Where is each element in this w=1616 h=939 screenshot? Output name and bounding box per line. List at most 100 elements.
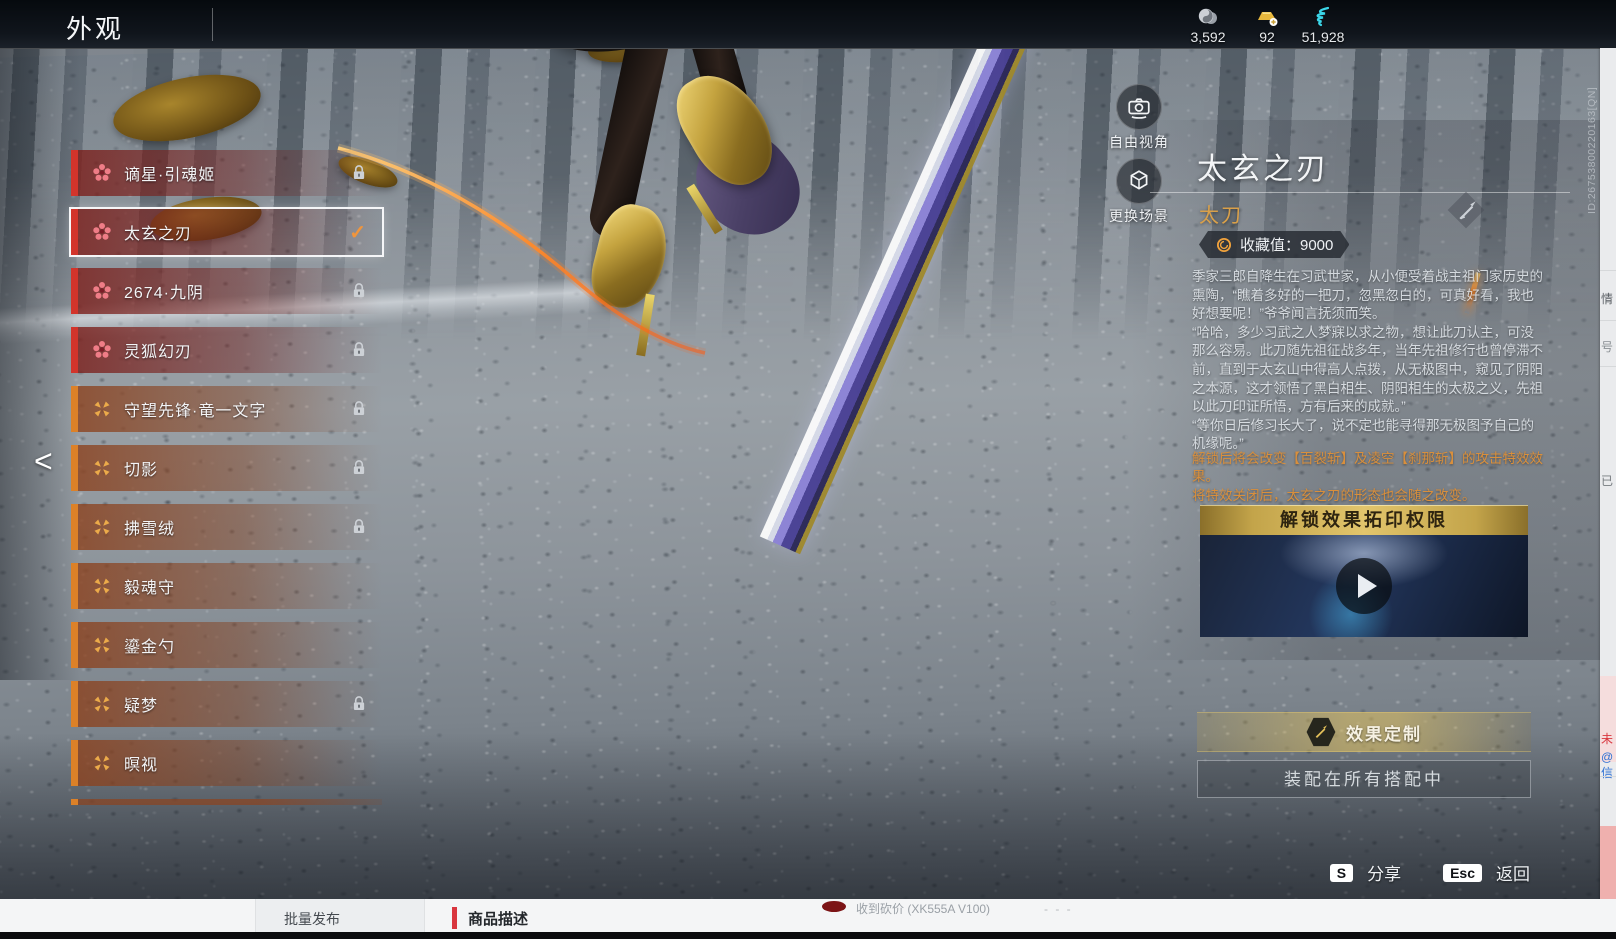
key-hints: S 分享 Esc 返回	[1329, 860, 1530, 885]
effect-note: 将特效关闭后，太玄之刃的形态也会随之改变。	[1192, 488, 1476, 503]
collection-value: 收藏值：9000	[1240, 237, 1334, 254]
currency-spiral: 51,928	[1286, 6, 1360, 45]
lock-icon	[352, 695, 366, 717]
red-flower-icon	[93, 164, 111, 181]
item-title: 太玄之刃	[1197, 153, 1329, 186]
skin-list-item[interactable]: 2674·九阴 ✓	[71, 268, 382, 314]
collection-value-pill: 收藏值：9000	[1199, 231, 1349, 258]
background-window-strip: 批量发布 商品描述 收到砍价 (XK555A V100) - - -	[0, 899, 1616, 932]
unlock-effect-banner[interactable]: 解锁效果拓印权限	[1200, 505, 1528, 535]
skin-name: 切影	[124, 462, 159, 479]
katana-emblem	[1447, 191, 1486, 230]
equipped-status-button[interactable]: 装配在所有搭配中	[1197, 760, 1531, 798]
spiral-currency-icon	[1286, 6, 1360, 28]
clipped-side-window: 情 号 已 未 @信	[1600, 48, 1616, 932]
back-keycap[interactable]: Esc	[1443, 863, 1482, 882]
lock-icon	[352, 164, 366, 186]
product-desc-label: 商品描述	[468, 911, 529, 928]
clipped-text-num: 号	[1601, 340, 1614, 354]
skin-list-item[interactable]: 切影 ✓	[71, 445, 382, 491]
skin-list-item[interactable]: 鎏金勺 ✓	[71, 622, 382, 668]
clipped-text-info: 情	[1601, 292, 1614, 306]
skin-list-item[interactable]: 暝视 ✓	[71, 740, 382, 786]
quality-icon	[92, 222, 112, 242]
orange-pinwheel-icon	[94, 401, 110, 417]
effect-note: 解锁后将会改变【百裂斩】及凌空【刹那斩】的攻击特效效果。	[1192, 451, 1543, 484]
quality-icon	[92, 281, 112, 301]
appearance-screen: 外观 3,592 92 51,928 谪星·引魂姬 太玄之刃 ✓ 2674·九阴…	[0, 0, 1616, 939]
orange-pinwheel-icon	[94, 519, 110, 535]
skin-name: 谪星·引魂姬	[124, 167, 216, 184]
red-flower-icon	[93, 341, 111, 358]
play-button[interactable]	[1336, 558, 1392, 614]
orange-pinwheel-icon	[94, 578, 110, 594]
lock-icon	[352, 400, 366, 422]
quality-icon	[92, 576, 112, 596]
lore-text: 季家三郎自降生在习武世家，从小便受着战主祖门家历史的熏陶，“瞧着多好的一把刀，忽…	[1192, 268, 1544, 454]
skin-list-item[interactable]: 灵狐幻刃 ✓	[71, 327, 382, 373]
batch-publish-tab[interactable]: 批量发布	[255, 899, 425, 932]
quality-icon	[92, 458, 112, 478]
skin-list-item[interactable]: 守望先锋·竜一文字 ✓	[71, 386, 382, 432]
notification-dot	[822, 901, 846, 912]
skin-list-item[interactable]: 太玄之刃 ✓	[71, 209, 382, 255]
red-flower-icon	[93, 282, 111, 299]
effect-notes: 解锁后将会改变【百裂斩】及凌空【刹那斩】的攻击特效效果。 将特效关闭后，太玄之刃…	[1192, 450, 1548, 507]
lore-paragraph: “等你日后修习长大了，说不定也能寻得那无极图予自己的机缘呢。”	[1192, 417, 1534, 452]
lock-icon	[352, 282, 366, 304]
hexagon-sword-icon	[1306, 717, 1336, 747]
skin-name: 疑梦	[124, 698, 159, 715]
notification-dashes: - - -	[1044, 902, 1073, 916]
free-camera-button[interactable]	[1116, 84, 1162, 130]
skin-name: 灵狐幻刃	[124, 344, 193, 361]
notification-text: 收到砍价 (XK555A V100)	[856, 902, 991, 916]
camera-icon	[1128, 98, 1150, 119]
red-flower-icon	[93, 223, 111, 240]
title-divider	[212, 8, 213, 41]
batch-publish-label: 批量发布	[284, 911, 340, 927]
effect-preview-video[interactable]	[1200, 535, 1528, 637]
orange-pinwheel-icon	[94, 460, 110, 476]
skin-list-item-partial[interactable]	[71, 799, 382, 805]
quality-icon	[92, 399, 112, 419]
orange-pinwheel-icon	[94, 637, 110, 653]
orange-pinwheel-icon	[94, 696, 110, 712]
share-label[interactable]: 分享	[1367, 860, 1401, 885]
change-scene-label: 更换场景	[1109, 208, 1169, 224]
clipped-text-done: 已	[1601, 474, 1614, 488]
skin-name: 毅魂守	[124, 580, 176, 597]
collapse-list-chevron[interactable]: <	[34, 443, 53, 480]
top-bar	[0, 0, 1616, 49]
free-camera-label: 自由视角	[1109, 134, 1169, 150]
orange-pinwheel-icon	[94, 755, 110, 771]
bottom-black-bar	[0, 932, 1616, 939]
clipped-text-unread: 未	[1601, 732, 1614, 746]
katana-icon	[1459, 201, 1476, 220]
title-underline	[1150, 192, 1570, 193]
quality-icon	[92, 340, 112, 360]
back-label[interactable]: 返回	[1496, 860, 1530, 885]
skin-name: 鎏金勺	[124, 639, 176, 656]
quality-icon	[92, 635, 112, 655]
section-marker	[452, 907, 457, 929]
skin-name: 太玄之刃	[124, 226, 193, 243]
check-icon: ✓	[349, 222, 366, 244]
quality-icon	[92, 694, 112, 714]
skin-list-item[interactable]: 谪星·引魂姬 ✓	[71, 150, 382, 196]
quality-icon	[92, 753, 112, 773]
lore-paragraph: 季家三郎自降生在习武世家，从小便受着战主祖门家历史的熏陶，“瞧着多好的一把刀，忽…	[1192, 269, 1543, 322]
skin-list-item[interactable]: 毅魂守 ✓	[71, 563, 382, 609]
change-scene-button[interactable]	[1116, 158, 1162, 204]
skin-list-item[interactable]: 拂雪绒 ✓	[71, 504, 382, 550]
collection-icon	[1215, 236, 1233, 254]
skin-list-item[interactable]: 疑梦 ✓	[71, 681, 382, 727]
effect-customize-button[interactable]: 效果定制	[1197, 712, 1531, 752]
share-keycap[interactable]: S	[1329, 863, 1354, 882]
lock-icon	[352, 459, 366, 481]
skin-name: 守望先锋·竜一文字	[124, 403, 267, 420]
skin-name: 暝视	[124, 757, 159, 774]
cube-icon	[1130, 170, 1148, 190]
lock-icon	[352, 341, 366, 363]
lore-paragraph: “哈哈，多少习武之人梦寐以求之物，想让此刀认主，可没那么容易。此刀随先祖征战多年…	[1192, 324, 1543, 415]
skin-list: 谪星·引魂姬 ✓ 太玄之刃 ✓	[71, 150, 382, 786]
